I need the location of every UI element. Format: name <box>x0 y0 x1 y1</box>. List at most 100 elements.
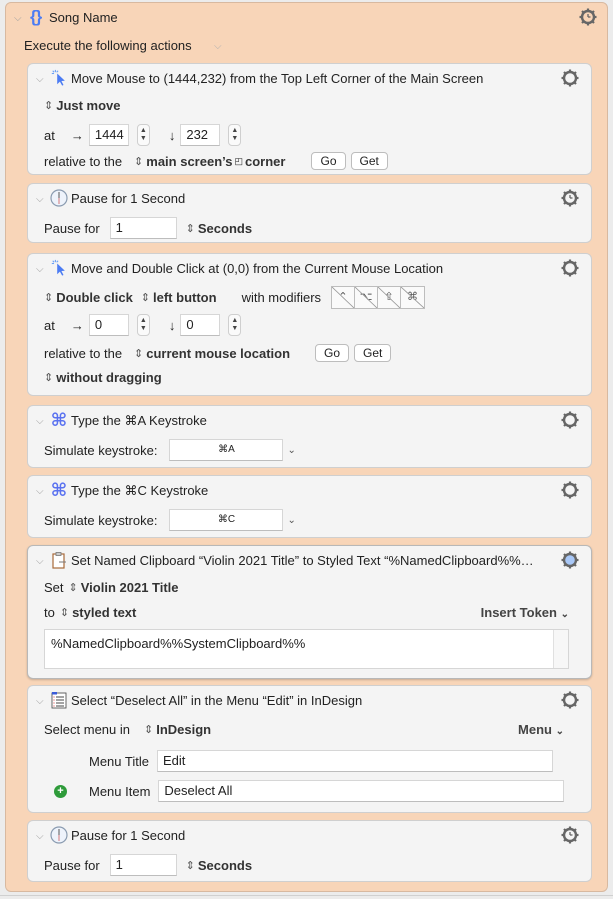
action-pause: ⌵ Pause for 1 Second Pause for 1 ⇕ Secon… <box>27 820 592 882</box>
y-stepper[interactable]: ▲ ▼ <box>228 124 242 146</box>
execute-chevron-down-icon[interactable]: ⌵ <box>214 41 222 52</box>
menu-item-label: Menu Item <box>89 783 151 799</box>
action-title[interactable]: Set Named Clipboard “Violin 2021 Title” … <box>71 553 534 568</box>
updown-icon: ⇕ <box>185 859 195 872</box>
action-keystroke: ⌵ Type the ⌘C Keystroke Simulate keystro… <box>27 475 592 538</box>
gear-icon[interactable] <box>561 551 579 569</box>
x-stepper[interactable]: ▲ ▼ <box>136 314 150 336</box>
keystroke-field[interactable]: ⌘A <box>169 439 284 461</box>
disclosure-chevron-icon[interactable]: ⌵ <box>36 696 44 707</box>
disclosure-chevron-icon[interactable]: ⌵ <box>36 264 44 275</box>
shift-modifier-toggle[interactable]: ⇧ <box>378 287 402 308</box>
app-popup[interactable]: InDesign <box>156 722 211 737</box>
group-disclosure-chevron-icon[interactable]: ⌵ <box>14 13 22 24</box>
disclosure-chevron-icon[interactable]: ⌵ <box>36 416 44 427</box>
menu-dropdown[interactable]: Menu ⌄ <box>518 722 564 737</box>
action-title[interactable]: Type the ⌘C Keystroke <box>71 483 208 499</box>
control-modifier-toggle[interactable]: ⌃ <box>332 287 356 308</box>
y-stepper[interactable]: ▲ ▼ <box>228 314 242 336</box>
relative-popup[interactable]: main screen’s <box>146 154 232 169</box>
gear-clock-icon[interactable] <box>561 189 579 207</box>
keystroke-label: Simulate keystroke: <box>44 442 158 458</box>
chevron-down-icon[interactable]: ⌄ <box>287 445 295 456</box>
action-move-mouse: ⌵ Move Mouse to (1444,232) from the Top … <box>27 63 592 175</box>
pause-field[interactable]: 1 <box>109 217 177 239</box>
y-field[interactable]: 0 <box>180 314 221 336</box>
get-button[interactable]: Get <box>354 344 392 362</box>
gear-icon[interactable] <box>561 259 579 277</box>
action-select-menu: ⌵ Select “Deselect All” in the Menu “Edi… <box>27 685 592 813</box>
clipboard-name-popup[interactable]: Violin 2021 Title <box>81 580 179 595</box>
arrow-right-icon: → <box>70 127 84 143</box>
y-field[interactable]: 232 <box>180 124 221 146</box>
drag-popup[interactable]: ⇕ without dragging <box>44 370 162 385</box>
relative-popup[interactable]: current mouse location <box>146 346 290 361</box>
disclosure-chevron-icon[interactable]: ⌵ <box>36 556 44 567</box>
updown-icon: ⇕ <box>44 372 54 384</box>
unit-popup[interactable]: Seconds <box>198 858 252 873</box>
x-field[interactable]: 1444 <box>88 124 129 146</box>
action-pause: ⌵ Pause for 1 Second Pause for 1 ⇕ Secon… <box>27 183 592 243</box>
action-title[interactable]: Select “Deselect All” in the Menu “Edit”… <box>71 693 362 708</box>
disclosure-chevron-icon[interactable]: ⌵ <box>36 831 44 842</box>
action-title[interactable]: Move and Double Click at (0,0) from the … <box>71 261 443 276</box>
chevron-down-icon[interactable]: ⌄ <box>287 515 295 526</box>
go-button[interactable]: Go <box>311 152 346 170</box>
gear-icon[interactable] <box>561 69 579 87</box>
keystroke-field[interactable]: ⌘C <box>169 509 284 531</box>
button-popup[interactable]: left button <box>153 290 217 305</box>
menu-title-field[interactable]: Edit <box>156 750 553 772</box>
relative-label: relative to the <box>44 153 123 169</box>
clipboard-text-area[interactable]: %NamedClipboard%%SystemClipboard%% <box>44 629 569 669</box>
updown-icon: ⇕ <box>144 724 154 736</box>
action-title[interactable]: Move Mouse to (1444,232) from the Top Le… <box>71 71 483 86</box>
disclosure-chevron-icon[interactable]: ⌵ <box>36 74 44 85</box>
gear-clock-icon[interactable] <box>579 8 597 26</box>
updown-icon: ⇕ <box>140 292 151 304</box>
mouse-cursor-icon <box>51 259 66 277</box>
gear-clock-icon[interactable] <box>561 826 579 844</box>
relative-label: relative to the <box>44 345 123 361</box>
insert-token-menu[interactable]: Insert Token ⌄ <box>481 605 569 620</box>
action-keystroke: ⌵ Type the ⌘A Keystroke Simulate keystro… <box>27 405 592 468</box>
move-mode-popup[interactable]: ⇕ Just move <box>44 98 121 113</box>
get-button[interactable]: Get <box>350 152 388 170</box>
go-button[interactable]: Go <box>315 344 350 362</box>
text-area-scrollbar[interactable] <box>553 630 568 668</box>
divider <box>0 895 613 896</box>
group-title: Song Name <box>49 10 118 25</box>
gear-icon[interactable] <box>561 481 579 499</box>
x-field[interactable]: 0 <box>88 314 129 336</box>
format-popup[interactable]: styled text <box>72 605 136 620</box>
option-modifier-toggle[interactable]: ⌥ <box>355 287 379 308</box>
disclosure-chevron-icon[interactable]: ⌵ <box>36 194 44 205</box>
action-title[interactable]: Pause for 1 Second <box>71 828 185 843</box>
click-type-popup[interactable]: Double click <box>56 290 133 305</box>
updown-icon: ⇕ <box>44 100 54 112</box>
command-modifier-toggle[interactable]: ⌘ <box>401 287 425 308</box>
menu-item-field[interactable]: Deselect All <box>158 780 565 802</box>
unit-popup[interactable]: Seconds <box>198 221 252 236</box>
chevron-down-icon: ⌄ <box>560 609 569 620</box>
menu-title-label: Menu Title <box>89 753 149 769</box>
command-key-icon <box>50 481 68 499</box>
modifiers-label: with modifiers <box>241 290 322 305</box>
pause-label: Pause for <box>44 220 100 236</box>
action-set-clipboard: ⌵ Set Named Clipboard “Violin 2021 Title… <box>27 545 592 679</box>
mouse-cursor-icon <box>51 69 66 87</box>
action-title[interactable]: Pause for 1 Second <box>71 191 185 206</box>
clock-icon <box>50 826 68 844</box>
pause-field[interactable]: 1 <box>109 854 177 876</box>
disclosure-chevron-icon[interactable]: ⌵ <box>36 486 44 497</box>
clipboard-icon <box>52 552 66 569</box>
x-stepper[interactable]: ▲ ▼ <box>136 124 150 146</box>
add-item-icon[interactable]: + <box>54 784 67 798</box>
gear-icon[interactable] <box>561 411 579 429</box>
arrow-right-icon: → <box>70 317 84 333</box>
execute-actions-label: Execute the following actions <box>24 38 192 53</box>
updown-icon: ⇕ <box>185 222 195 235</box>
action-title[interactable]: Type the ⌘A Keystroke <box>71 413 207 429</box>
menu-list-icon <box>51 692 67 709</box>
gear-icon[interactable] <box>561 691 579 709</box>
corner-label: corner <box>245 153 286 169</box>
